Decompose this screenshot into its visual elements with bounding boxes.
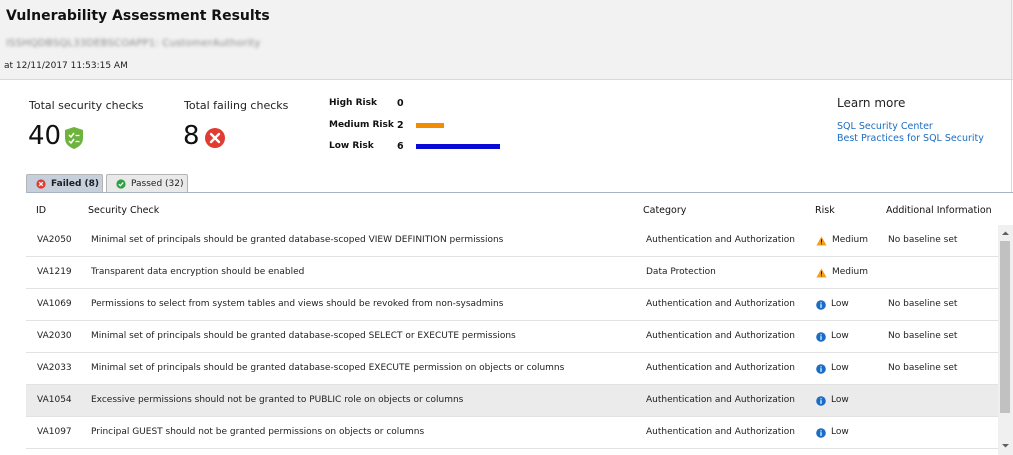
warning-icon xyxy=(816,268,827,278)
tab-divider xyxy=(26,192,1013,193)
row-security-check: Minimal set of principals should be gran… xyxy=(91,363,565,373)
tab-failed[interactable]: Failed (8) xyxy=(26,174,103,192)
sql-security-center-link[interactable]: SQL Security Center xyxy=(837,121,933,132)
check-circle-icon xyxy=(116,178,126,189)
report-header: Vulnerability Assessment Results ISSHQDB… xyxy=(0,0,1013,80)
warning-icon xyxy=(816,236,827,246)
table-row[interactable]: VA2033 Minimal set of principals should b… xyxy=(26,353,998,385)
info-icon xyxy=(816,395,826,406)
scan-timestamp: at 12/11/2017 11:53:15 AM xyxy=(4,61,128,71)
shield-check-icon xyxy=(64,126,84,154)
info-icon xyxy=(816,299,826,310)
row-id: VA2050 xyxy=(37,235,72,245)
row-category: Authentication and Authorization xyxy=(646,235,796,245)
column-header-additional-info[interactable]: Additional Information xyxy=(886,205,992,216)
table-row[interactable]: VA2050 Minimal set of principals should b… xyxy=(26,225,998,257)
column-header-id[interactable]: ID xyxy=(36,205,46,216)
row-risk-level: Low xyxy=(831,363,849,373)
low-risk-count: 6 xyxy=(397,141,404,152)
table-row[interactable]: VA1069 Permissions to select from system … xyxy=(26,289,998,321)
row-additional-info: No baseline set xyxy=(888,363,958,373)
medium-risk-count: 2 xyxy=(397,120,404,131)
info-icon xyxy=(816,427,826,438)
row-security-check: Principal GUEST should not be granted pe… xyxy=(91,427,425,437)
learn-more-title: Learn more xyxy=(837,96,906,110)
row-category: Authentication and Authorization xyxy=(646,395,796,405)
row-category: Authentication and Authorization xyxy=(646,331,796,341)
column-header-risk[interactable]: Risk xyxy=(815,205,835,216)
row-security-check: Minimal set of principals should be gran… xyxy=(91,235,504,245)
tab-failed-label: Failed (8) xyxy=(51,178,100,189)
right-border xyxy=(1011,0,1012,193)
row-risk: Medium xyxy=(816,257,868,288)
low-risk-label: Low Risk xyxy=(329,141,374,151)
scrollbar-thumb[interactable] xyxy=(1000,241,1010,413)
total-checks-label: Total security checks xyxy=(29,99,144,112)
row-risk-level: Low xyxy=(831,331,849,341)
row-risk-level: Low xyxy=(831,427,849,437)
row-id: VA2033 xyxy=(37,363,72,373)
row-risk: Low xyxy=(816,385,849,416)
info-icon xyxy=(816,331,826,342)
row-risk-level: Medium xyxy=(832,267,868,277)
best-practices-link[interactable]: Best Practices for SQL Security xyxy=(837,133,984,144)
tab-passed-label: Passed (32) xyxy=(131,178,184,189)
low-risk-bar xyxy=(416,144,500,149)
column-header-security-check[interactable]: Security Check xyxy=(88,205,159,216)
row-risk-level: Low xyxy=(831,395,849,405)
row-risk: Low xyxy=(816,321,849,352)
table-row[interactable]: VA1054 Excessive permissions should not b… xyxy=(26,385,998,417)
error-circle-icon xyxy=(36,178,46,189)
medium-risk-label: Medium Risk xyxy=(329,120,394,130)
medium-risk-bar xyxy=(416,123,444,128)
row-risk-level: Medium xyxy=(832,235,868,245)
total-checks-value: 40 xyxy=(28,121,62,151)
info-icon xyxy=(816,363,826,374)
row-id: VA1219 xyxy=(37,267,72,277)
row-category: Authentication and Authorization xyxy=(646,299,796,309)
table-row[interactable]: VA1097 Principal GUEST should not be gran… xyxy=(26,417,998,449)
row-category: Data Protection xyxy=(646,267,716,277)
row-id: VA1054 xyxy=(37,395,72,405)
high-risk-count: 0 xyxy=(397,98,404,109)
table-row[interactable]: VA1219 Transparent data encryption should… xyxy=(26,257,998,289)
row-id: VA2030 xyxy=(37,331,72,341)
row-additional-info: No baseline set xyxy=(888,235,958,245)
row-security-check: Minimal set of principals should be gran… xyxy=(91,331,516,341)
page-title: Vulnerability Assessment Results xyxy=(6,8,270,24)
tab-passed[interactable]: Passed (32) xyxy=(106,174,188,192)
row-risk: Medium xyxy=(816,225,868,256)
row-risk-level: Low xyxy=(831,299,849,309)
row-risk: Low xyxy=(816,353,849,384)
scroll-down-arrow-icon[interactable] xyxy=(998,437,1013,450)
row-id: VA1069 xyxy=(37,299,72,309)
row-security-check: Permissions to select from system tables… xyxy=(91,299,504,309)
row-category: Authentication and Authorization xyxy=(646,363,796,373)
failing-checks-value: 8 xyxy=(183,121,200,151)
row-security-check: Transparent data encryption should be en… xyxy=(91,267,305,277)
row-additional-info: No baseline set xyxy=(888,299,958,309)
failing-checks-label: Total failing checks xyxy=(184,99,289,112)
column-header-category[interactable]: Category xyxy=(643,205,686,216)
row-risk: Low xyxy=(816,417,849,448)
row-security-check: Excessive permissions should not be gran… xyxy=(91,395,464,405)
row-category: Authentication and Authorization xyxy=(646,427,796,437)
row-additional-info: No baseline set xyxy=(888,331,958,341)
scroll-up-arrow-icon[interactable] xyxy=(998,225,1013,238)
high-risk-label: High Risk xyxy=(329,98,377,108)
row-risk: Low xyxy=(816,289,849,320)
table-row[interactable]: VA2030 Minimal set of principals should b… xyxy=(26,321,998,353)
row-id: VA1097 xyxy=(37,427,72,437)
error-circle-icon xyxy=(204,127,226,153)
server-database-name: ISSHQDBSQL33DEBSCOAPP1: CustomerAuthorit… xyxy=(6,38,261,49)
